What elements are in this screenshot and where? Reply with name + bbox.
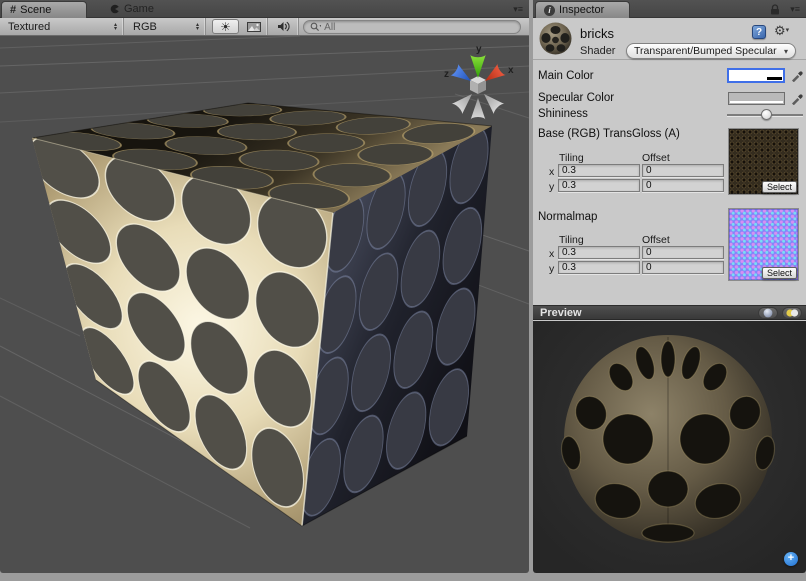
gear-icon[interactable]: ⚙▾ [774,24,789,38]
material-name: bricks [580,26,614,41]
updown-arrows-icon: ▴▾ [114,23,117,31]
shader-label: Shader [580,45,615,57]
chevron-down-icon: ▾ [784,47,788,56]
info-icon: i [544,5,555,16]
game-icon [110,4,120,14]
search-input[interactable] [324,22,514,33]
inspector-tabbar: i Inspector ▾≡ [533,0,806,18]
add-component-plus-button[interactable]: + [784,552,798,566]
scene-viewport[interactable]: y x z [0,36,529,573]
lighting-toggle-button[interactable]: ☀ [212,19,239,34]
normal-y-label: y [549,263,554,275]
base-y-label: y [549,181,554,193]
shader-dropdown-value: Transparent/Bumped Specular [634,45,780,57]
normalmap-select-button[interactable]: Select [762,267,797,279]
search-icon [310,22,321,32]
preview-title: Preview [533,307,758,319]
normalmap-texture-thumbnail[interactable]: Select [728,208,799,281]
tab-game[interactable]: Game [110,0,154,18]
scene-panel-menu-icon[interactable]: ▾≡ [513,5,523,14]
normal-offset-x-field[interactable] [642,246,724,259]
base-offset-label: Offset [642,152,670,164]
eyedropper-icon[interactable] [790,90,803,105]
specular-color-alpha-bar [730,101,783,104]
sun-icon: ☀ [220,20,231,34]
speaker-icon [277,21,290,32]
image-icon [247,22,261,32]
lock-icon[interactable] [770,4,780,15]
base-select-button[interactable]: Select [762,181,797,193]
gizmo-negative-axis-cone[interactable] [471,98,486,120]
material-sphere-thumbnail[interactable] [538,21,573,56]
base-map-title: Base (RGB) TransGloss (A) [538,128,680,140]
normal-tiling-y-field[interactable] [558,261,640,274]
color-mode-dropdown[interactable]: RGB ▴▾ [125,18,206,35]
shininess-label: Shininess [538,108,588,120]
normal-tiling-label: Tiling [559,234,584,246]
specular-color-label: Specular Color [538,92,614,104]
draw-mode-dropdown[interactable]: Textured ▴▾ [0,18,124,35]
preview-sphere-button[interactable] [758,307,778,319]
gizmo-negative-axis-cone[interactable] [479,89,505,115]
normal-offset-y-field[interactable] [642,261,724,274]
material-header: bricks Shader Transparent/Bumped Specula… [533,18,806,60]
gizmo-y-label: y [476,44,482,55]
gizmo-y-axis-cone[interactable] [470,54,486,78]
inspector-panel: i Inspector ▾≡ [533,0,806,573]
updown-arrows-icon: ▴▾ [196,23,199,31]
base-x-label: x [549,166,554,178]
shader-dropdown[interactable]: Transparent/Bumped Specular ▾ [626,43,796,59]
base-tiling-label: Tiling [559,152,584,164]
textured-cube [18,102,492,526]
base-offset-x-field[interactable] [642,164,724,177]
normal-offset-label: Offset [642,234,670,246]
gizmo-negative-axis-cone[interactable] [451,89,477,115]
scene-search-field[interactable] [303,20,521,34]
main-color-label: Main Color [538,70,594,82]
material-preview-area[interactable]: + [533,321,806,573]
shininess-slider-thumb[interactable] [761,109,772,120]
inspector-panel-menu-icon[interactable]: ▾≡ [790,5,800,14]
eyedropper-icon[interactable] [790,67,803,82]
tab-scene-label: Scene [20,4,51,16]
help-icon[interactable]: ? [752,25,766,39]
scene-toolbar: Textured ▴▾ RGB ▴▾ ☀ [0,18,529,36]
scene-grid-icon: # [10,4,16,16]
normal-x-label: x [549,248,554,260]
gizmo-center-cube[interactable] [470,76,486,94]
orientation-gizmo[interactable]: y x z [436,40,524,124]
tab-inspector-label: Inspector [559,4,604,16]
tab-inspector[interactable]: i Inspector [535,1,630,18]
base-offset-y-field[interactable] [642,179,724,192]
tab-scene[interactable]: # Scene [1,1,87,18]
preview-lighting-button[interactable] [782,307,802,319]
specular-color-swatch[interactable] [728,92,785,105]
normal-tiling-x-field[interactable] [558,246,640,259]
base-tiling-x-field[interactable] [558,164,640,177]
normalmap-title: Normalmap [538,211,597,223]
draw-mode-value: Textured [0,21,114,33]
main-color-swatch[interactable] [727,68,785,83]
audio-toggle-button[interactable] [269,18,299,35]
inspector-body: bricks Shader Transparent/Bumped Specula… [533,18,806,573]
gizmo-x-label: x [508,65,514,76]
color-mode-value: RGB [125,21,196,33]
main-color-alpha-bar [730,77,782,80]
sphere-icon [763,308,773,318]
preview-sphere [533,321,806,573]
render-mode-button[interactable] [241,18,268,35]
light-toggle-icon [785,308,799,318]
scene-tabbar: # Scene Game ▾≡ [0,0,529,18]
tab-game-label: Game [124,3,154,15]
base-tiling-y-field[interactable] [558,179,640,192]
preview-bar: Preview [533,305,806,320]
base-texture-thumbnail[interactable]: Select [728,128,799,195]
gizmo-z-label: z [444,69,449,80]
unity-editor-window: # Scene Game ▾≡ Textured ▴▾ RGB ▴▾ ☀ [0,0,806,581]
